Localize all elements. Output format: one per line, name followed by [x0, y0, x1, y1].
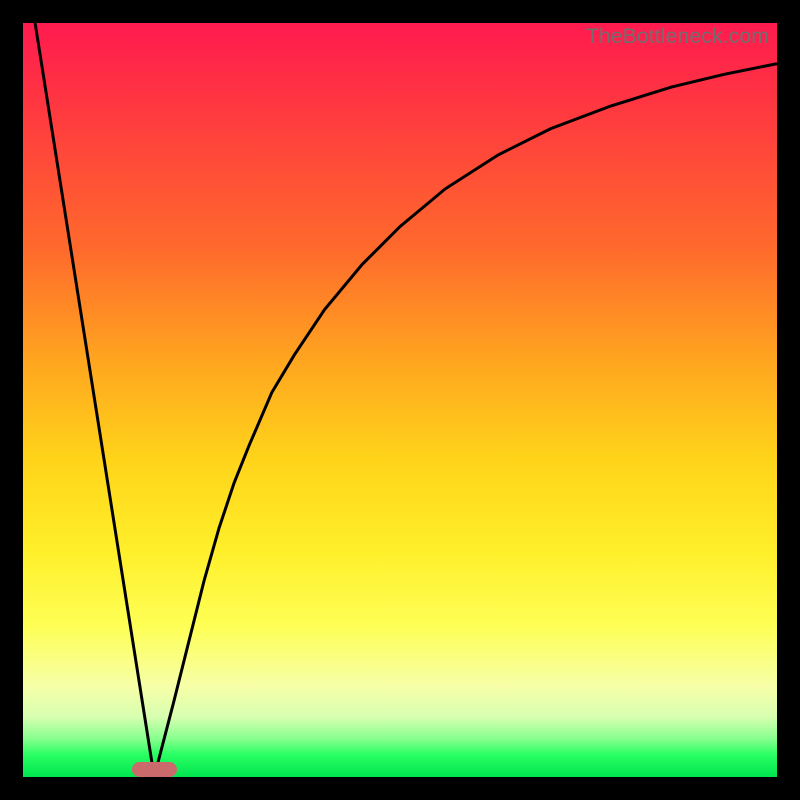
curve-path [35, 23, 777, 777]
watermark-text: TheBottleneck.com [586, 25, 769, 49]
plot-area: TheBottleneck.com [23, 23, 777, 777]
chart-frame: TheBottleneck.com [0, 0, 800, 800]
minimum-marker [132, 762, 177, 777]
bottleneck-curve [23, 23, 777, 777]
